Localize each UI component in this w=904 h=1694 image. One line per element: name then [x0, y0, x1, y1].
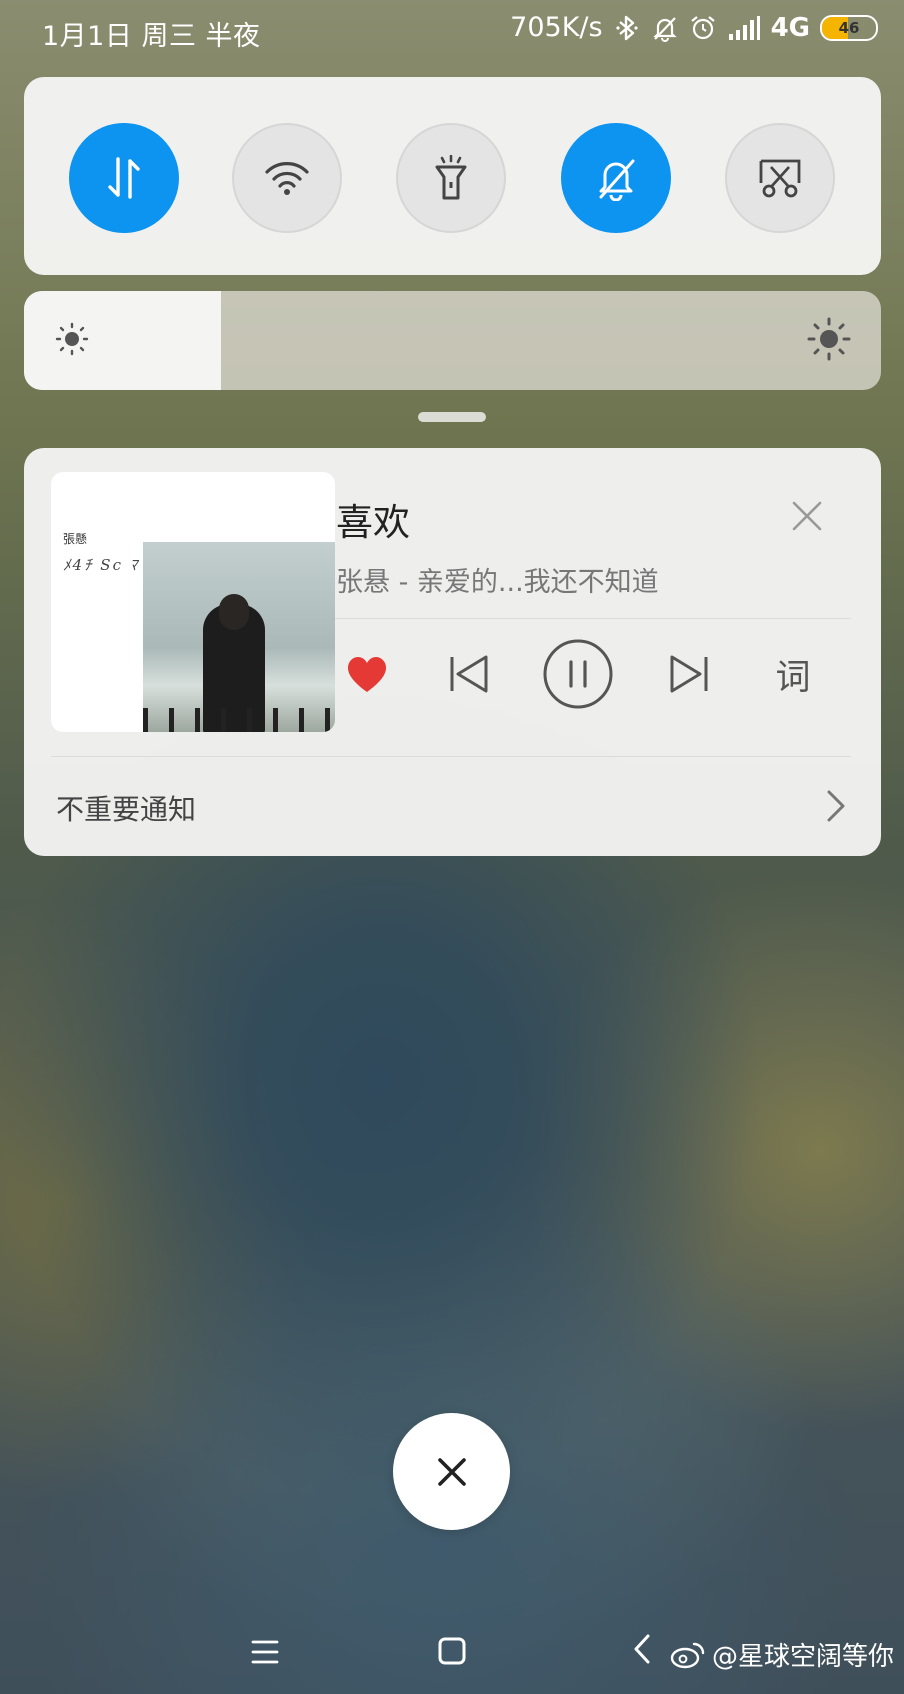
battery-icon: 46 [820, 14, 878, 41]
home-icon [438, 1637, 466, 1665]
quick-toggles-panel [24, 77, 881, 275]
network-type: 4G [770, 12, 810, 43]
skip-next-icon [670, 655, 708, 693]
divider [335, 618, 851, 619]
pause-button[interactable] [542, 638, 614, 710]
weibo-logo-icon [670, 1642, 705, 1668]
brightness-slider[interactable] [24, 291, 881, 390]
chevron-right-icon[interactable] [825, 788, 847, 824]
album-art: 張懸 ﾒ4ﾁ Sc ﾏ ﾓ ｼ 5 [51, 472, 335, 732]
wifi-icon [265, 162, 309, 195]
net-speed: 705K/s [510, 12, 603, 43]
flashlight-icon [435, 155, 467, 200]
panel-drag-handle[interactable] [418, 412, 486, 422]
clear-all-button[interactable] [393, 1413, 510, 1530]
brightness-low-icon [54, 321, 90, 361]
previous-button[interactable] [444, 644, 494, 704]
home-button[interactable] [437, 1636, 467, 1670]
back-button[interactable] [630, 1632, 654, 1670]
alarm-icon [689, 14, 717, 42]
lyrics-button[interactable]: 词 [768, 644, 818, 704]
close-icon[interactable] [791, 500, 823, 532]
song-artist-album: 张悬 - 亲爱的...我还不知道 [336, 567, 659, 598]
album-photo [143, 542, 335, 732]
scissors-icon [759, 159, 801, 198]
weibo-watermark: @星球空阔等你 [670, 1636, 894, 1673]
toggle-wifi[interactable] [232, 123, 342, 233]
battery-level: 46 [838, 18, 860, 37]
back-icon [634, 1634, 650, 1664]
menu-icon [251, 1640, 279, 1664]
menu-button[interactable] [250, 1638, 280, 1670]
song-title: 喜欢 [336, 501, 410, 544]
toggle-flashlight[interactable] [396, 123, 506, 233]
heart-icon [347, 657, 387, 692]
bluetooth-icon [613, 14, 641, 42]
divider [51, 756, 851, 757]
watermark-text: @星球空阔等你 [711, 1642, 894, 1672]
album-artist-mark: 張懸 [63, 532, 88, 546]
navigation-bar: @星球空阔等你 [0, 1620, 904, 1694]
toggle-mobile-data[interactable] [69, 123, 179, 233]
unimportant-notifications-label[interactable]: 不重要通知 [56, 788, 196, 828]
status-bar: 1月1日 周三 半夜 705K/s 4G 46 [0, 0, 904, 62]
status-datetime: 1月1日 周三 半夜 [42, 21, 261, 52]
bell-off-icon [599, 159, 635, 201]
next-button[interactable] [664, 644, 714, 704]
toggle-silent[interactable] [561, 123, 671, 233]
data-arrows-icon [108, 157, 140, 199]
mute-icon [651, 14, 679, 42]
status-right: 705K/s 4G 46 [510, 12, 878, 43]
signal-icon [727, 14, 761, 42]
toggle-screenshot[interactable] [725, 123, 835, 233]
media-notification[interactable]: 張懸 ﾒ4ﾁ Sc ﾏ ﾓ ｼ 5 喜欢 张悬 - 亲爱的...我还不知道 词 … [24, 448, 881, 856]
close-icon [437, 1457, 466, 1486]
pause-icon [543, 639, 613, 709]
like-button[interactable] [342, 644, 392, 704]
brightness-high-icon [807, 317, 851, 365]
skip-previous-icon [450, 655, 488, 693]
